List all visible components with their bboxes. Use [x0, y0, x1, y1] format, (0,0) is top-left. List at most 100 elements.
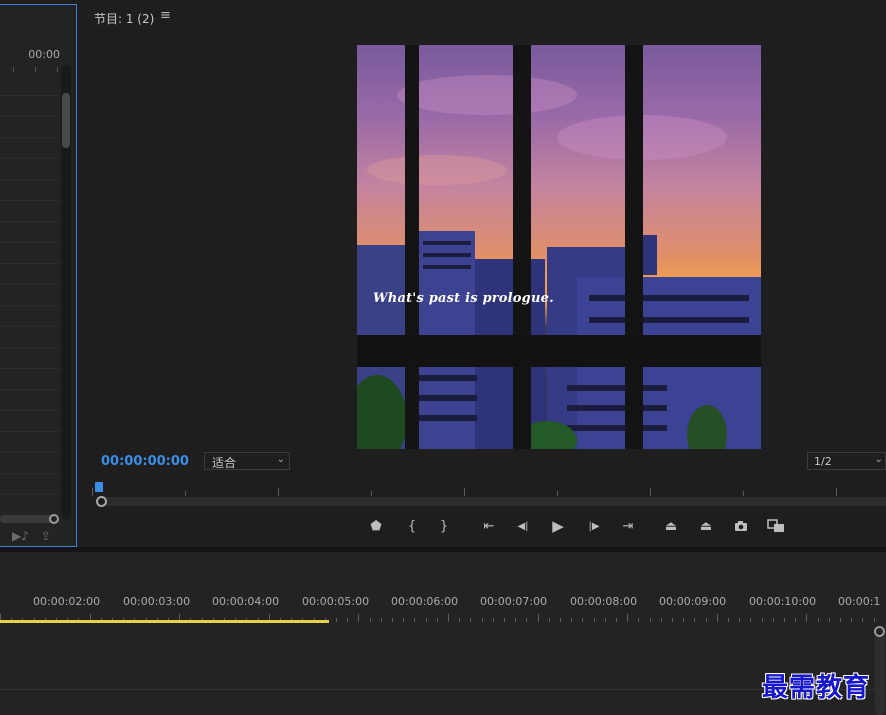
- work-area-bar[interactable]: [0, 620, 329, 623]
- mark-in-button[interactable]: {: [401, 516, 423, 536]
- watermark-logo: 最需教育: [762, 673, 871, 703]
- ruler-tick: [426, 618, 427, 622]
- source-zoom-handle[interactable]: [49, 514, 59, 524]
- ruler-tick: [717, 614, 718, 622]
- mark-in-icon: {: [407, 518, 417, 534]
- go-to-in-button[interactable]: ⇤: [478, 516, 500, 536]
- time-label: 00:00:1: [838, 595, 881, 608]
- ruler-tick: [851, 618, 852, 622]
- ruler-tick: [605, 618, 606, 622]
- source-timecode: 00:00: [28, 48, 60, 61]
- chevron-down-icon: ⌄: [276, 454, 285, 465]
- time-label: 00:00:06:00: [391, 595, 459, 608]
- export-frame-button[interactable]: [730, 516, 752, 536]
- track-divider: [0, 689, 876, 690]
- program-zoom-handle[interactable]: [96, 496, 107, 507]
- ruler-tick: [414, 618, 415, 622]
- timeline-zoom-handle[interactable]: [874, 626, 885, 637]
- source-horizontal-scrollbar[interactable]: [0, 515, 55, 523]
- timeline-panel: 00:00:02:00 00:00:03:00 00:00:04:00 00:0…: [0, 552, 886, 715]
- add-marker-button[interactable]: ⬟: [365, 516, 387, 536]
- source-track-rows: [0, 75, 60, 516]
- source-footer-icons: ▶♪ ⇪: [12, 529, 51, 543]
- comparison-view-icon: [767, 519, 784, 532]
- ruler-tick: [840, 618, 841, 622]
- ruler-tick: [470, 618, 471, 622]
- ruler-tick: [594, 618, 595, 622]
- ruler-tick: [829, 618, 830, 622]
- step-forward-button[interactable]: |▶: [583, 516, 605, 536]
- step-back-icon: ◀|: [517, 520, 529, 532]
- ruler-tick: [683, 618, 684, 622]
- ruler-tick: [582, 618, 583, 622]
- ruler-tick: [818, 618, 819, 622]
- time-label: 00:00:05:00: [302, 595, 370, 608]
- source-vertical-scrollbar[interactable]: [61, 65, 71, 520]
- ruler-tick: [784, 618, 785, 622]
- time-label: 00:00:03:00: [123, 595, 191, 608]
- ruler-tick: [672, 618, 673, 622]
- time-label: 00:00:08:00: [570, 595, 638, 608]
- time-label: 00:00:09:00: [659, 595, 727, 608]
- panel-menu-icon[interactable]: ≡: [160, 8, 171, 23]
- ruler-tick: [571, 618, 572, 622]
- ruler-tick: [549, 618, 550, 622]
- ruler-tick: [526, 618, 527, 622]
- step-back-button[interactable]: ◀|: [512, 516, 534, 536]
- time-label: 00:00:04:00: [212, 595, 280, 608]
- video-title-text: What's past is prologue.: [373, 291, 554, 306]
- ruler-tick: [347, 618, 348, 622]
- ruler-tick: [862, 618, 863, 622]
- ruler-tick: [459, 618, 460, 622]
- ruler-tick: [515, 618, 516, 622]
- program-video-frame: What's past is prologue.: [357, 45, 761, 449]
- program-zoom-scrollbar[interactable]: [97, 497, 886, 506]
- play-button[interactable]: ▶: [547, 516, 569, 536]
- source-scroll-thumb[interactable]: [62, 93, 70, 148]
- ruler-tick: [482, 618, 483, 622]
- ruler-tick: [504, 618, 505, 622]
- time-label: 00:00:10:00: [749, 595, 817, 608]
- step-forward-icon: |▶: [588, 520, 600, 532]
- ruler-tick: [795, 618, 796, 622]
- lift-icon: ⏏: [664, 518, 678, 534]
- go-to-out-button[interactable]: ⇥: [617, 516, 639, 536]
- playhead-timecode[interactable]: 00:00:00:00: [101, 454, 189, 469]
- playback-resolution-select[interactable]: 1/2 ⌄: [807, 452, 886, 470]
- ruler-tick: [706, 618, 707, 622]
- playback-resolution-value: 1/2: [814, 455, 832, 468]
- premiere-workspace: 00:00 ▶♪ ⇪ 节目: 1 (2) ≡ What's past is pr…: [0, 0, 886, 715]
- ruler-tick: [538, 614, 539, 622]
- ruler-tick: [437, 618, 438, 622]
- ruler-tick: [448, 614, 449, 622]
- ruler-tick: [392, 618, 393, 622]
- ruler-tick: [762, 618, 763, 622]
- ruler-tick: [560, 618, 561, 622]
- ruler-tick: [616, 618, 617, 622]
- ruler-tick: [806, 614, 807, 622]
- mark-out-icon: }: [439, 518, 449, 534]
- timeline-vertical-scrollbar[interactable]: [875, 626, 885, 715]
- play-icon: ▶: [552, 517, 564, 535]
- chevron-down-icon: ⌄: [874, 454, 883, 465]
- export-icon[interactable]: ⇪: [41, 529, 51, 543]
- ruler-tick: [493, 618, 494, 622]
- program-time-ruler[interactable]: [92, 484, 886, 496]
- camera-icon: [735, 521, 747, 531]
- mark-out-button[interactable]: }: [433, 516, 455, 536]
- ruler-tick: [739, 618, 740, 622]
- fit-zoom-select[interactable]: 适合 ⌄: [204, 452, 290, 470]
- extract-button[interactable]: ⏏: [695, 516, 717, 536]
- lift-button[interactable]: ⏏: [660, 516, 682, 536]
- program-monitor-title[interactable]: 节目: 1 (2): [94, 10, 154, 27]
- ruler-tick: [381, 618, 382, 622]
- go-to-in-icon: ⇤: [483, 518, 495, 534]
- comparison-view-button[interactable]: [765, 516, 787, 536]
- ruler-tick: [728, 618, 729, 622]
- program-playhead-marker[interactable]: [95, 482, 103, 492]
- ruler-tick: [661, 618, 662, 622]
- ruler-tick: [627, 614, 628, 622]
- source-panel: 00:00 ▶♪ ⇪: [0, 4, 77, 547]
- ruler-tick: [638, 618, 639, 622]
- audio-to-track-icon[interactable]: ▶♪: [12, 529, 29, 543]
